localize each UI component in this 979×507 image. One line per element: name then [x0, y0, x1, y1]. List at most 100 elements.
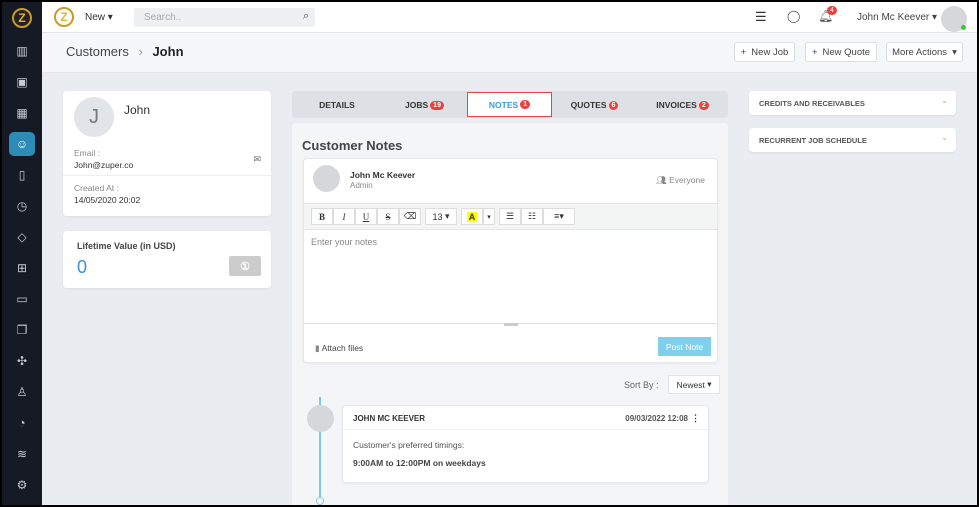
tab-jobs[interactable]: JOBS 19 — [382, 93, 467, 117]
chevron-right-icon: › — [138, 44, 143, 59]
app-logo[interactable]: Z — [9, 6, 35, 30]
user-name: John Mc Keever — [857, 12, 930, 23]
highlight-color-button[interactable]: A — [461, 208, 483, 225]
sort-dropdown[interactable]: Newest ▾ — [668, 375, 720, 394]
clock-icon[interactable]: ◷ — [9, 194, 35, 218]
map-icon[interactable]: ▯ — [9, 163, 35, 187]
online-status-dot — [961, 25, 966, 30]
recurrent-job-schedule-panel[interactable]: RECURRENT JOB SCHEDULE ⌄ — [749, 128, 956, 152]
chart-icon[interactable]: ▥ — [9, 39, 35, 63]
tab-label: QUOTES — [570, 100, 607, 110]
tab-details[interactable]: DETAILS — [292, 93, 382, 117]
top-bar: Z New ▾ Search.. ⌕ ☰ ◯ 🔔︎ 4 John Mc Keev… — [42, 2, 977, 33]
eraser-icon[interactable]: ⌫ — [399, 208, 421, 225]
notification-badge: 4 — [827, 6, 837, 15]
tab-badge: 1 — [520, 100, 531, 109]
tab-quotes[interactable]: QUOTES 6 — [552, 93, 637, 117]
note-author-avatar — [307, 405, 334, 432]
sort-value: Newest — [676, 379, 705, 390]
created-date: 14/05/2020 20:02 — [74, 195, 141, 205]
tab-invoices[interactable]: INVOICES 2 — [637, 93, 728, 117]
underline-button[interactable]: U — [355, 208, 377, 225]
customers-icon[interactable]: ☺ — [9, 132, 35, 156]
attach-label: Attach files — [321, 343, 364, 353]
lifetime-value: 0 — [77, 257, 88, 277]
calendar-icon[interactable]: ▦ — [9, 101, 35, 125]
notes-title: Customer Notes — [302, 138, 403, 153]
search-input[interactable]: Search.. ⌕ — [134, 8, 315, 27]
page-header: Customers › John + New Job + New Quote Mor… — [42, 33, 977, 73]
new-menu[interactable]: New ▾ — [85, 12, 113, 23]
mail-icon[interactable]: ✉ — [253, 154, 261, 165]
note-text-line: 9:00AM to 12:00PM on weekdays — [353, 458, 486, 468]
resize-handle[interactable] — [504, 323, 518, 326]
divider — [63, 175, 271, 176]
customer-email: John@zuper.co — [74, 160, 134, 170]
note-date: 09/03/2022 12:08 — [625, 414, 688, 423]
tab-label: NOTES — [488, 99, 519, 110]
visibility-selector[interactable]: 👥︎ Everyone — [656, 175, 705, 186]
visibility-label: Everyone — [669, 175, 705, 185]
panel-title: CREDITS AND RECEIVABLES — [759, 99, 865, 108]
plus-icon: + — [740, 46, 747, 58]
user-icon[interactable]: ♙ — [9, 380, 35, 404]
post-note-button[interactable]: Post Note — [658, 337, 711, 356]
settings-icon[interactable]: ⚙ — [9, 473, 35, 497]
editor-author: John Mc Keever — [350, 170, 416, 180]
color-dropdown[interactable]: ▾ — [483, 208, 495, 225]
tab-bar: DETAILS JOBS 19 NOTES 1 QUOTES 6 INVOICES 2 — [292, 91, 728, 118]
chevron-down-icon: ⌄ — [941, 133, 948, 142]
notes-panel: Customer Notes John Mc Keever Admin 👥︎ E… — [292, 123, 728, 505]
assets-icon[interactable]: ✣ — [9, 349, 35, 373]
bold-button[interactable]: B — [311, 208, 333, 225]
pie-icon[interactable]: ◔ — [9, 411, 35, 435]
note-item: JOHN MC KEEVER 09/03/2022 12:08 ⋮ Custom… — [342, 405, 709, 483]
credits-receivables-panel[interactable]: CREDITS AND RECEIVABLES ⌄ — [749, 91, 956, 115]
customer-name: John — [124, 103, 151, 117]
tab-label: DETAILS — [319, 100, 355, 110]
strikethrough-button[interactable]: S — [377, 208, 399, 225]
user-menu[interactable]: John Mc Keever ▾ — [857, 12, 937, 23]
new-quote-button[interactable]: + New Quote — [805, 42, 877, 62]
group-icon: 👥︎ — [655, 175, 667, 185]
lifetime-label: Lifetime Value (in USD) — [77, 241, 176, 251]
page-title: John — [152, 44, 184, 59]
chevron-down-icon: ⌄ — [941, 96, 948, 105]
search-icon[interactable]: ⌕ — [303, 10, 309, 23]
align-button[interactable]: ≡▾ — [543, 208, 575, 225]
copy-icon[interactable]: ❐ — [9, 318, 35, 342]
tab-notes[interactable]: NOTES 1 — [467, 92, 552, 117]
layers-icon[interactable]: ≋ — [9, 442, 35, 466]
briefcase-icon[interactable]: ▣ — [9, 70, 35, 94]
editor-role: Admin — [350, 181, 373, 190]
grid-icon[interactable]: ⊞ — [9, 256, 35, 280]
font-size-select[interactable]: 13 ▾ — [425, 208, 457, 225]
sidebar: Z ▥ ▣ ▦ ☺ ▯ ◷ ◇ ⊞ ▭ ❐ ✣ ♙ ◔ ≋ ⚙ — [2, 2, 42, 505]
new-quote-label: New Quote — [822, 46, 871, 58]
tag-icon[interactable]: ◇ — [9, 225, 35, 249]
lifetime-value-card: Lifetime Value (in USD) 0 ① — [63, 231, 271, 288]
italic-button[interactable]: I — [333, 208, 355, 225]
sort-label: Sort By : — [624, 380, 659, 390]
email-label: Email : — [74, 148, 100, 158]
editor-toolbar: B I U S ⌫ 13 ▾ A ▾ ☰ ☷ ≡▾ — [304, 203, 717, 229]
panel-title: RECURRENT JOB SCHEDULE — [759, 136, 867, 145]
note-text-line: Customer's preferred timings: — [353, 440, 465, 450]
note-author: JOHN MC KEEVER — [353, 414, 426, 423]
divider — [343, 429, 708, 430]
bullet-list-button[interactable]: ☰ — [499, 208, 521, 225]
timeline-end-dot — [316, 497, 324, 505]
folder-icon[interactable]: ▭ — [9, 287, 35, 311]
more-actions-button[interactable]: More Actions ▾ — [886, 42, 963, 62]
tab-badge: 19 — [430, 100, 444, 110]
list-icon[interactable]: ☰ — [755, 9, 767, 25]
chat-icon[interactable]: ◯ — [787, 9, 800, 23]
more-vertical-icon[interactable]: ⋮ — [691, 413, 700, 424]
numbered-list-button[interactable]: ☷ — [521, 208, 543, 225]
new-job-button[interactable]: + New Job — [734, 42, 795, 62]
notes-textarea[interactable]: Enter your notes — [304, 229, 717, 326]
plus-icon: + — [811, 46, 818, 58]
breadcrumb-customers[interactable]: Customers — [66, 44, 129, 59]
brand-logo[interactable]: Z — [54, 7, 74, 27]
attach-files-button[interactable]: ▮ Attach files — [315, 343, 363, 354]
